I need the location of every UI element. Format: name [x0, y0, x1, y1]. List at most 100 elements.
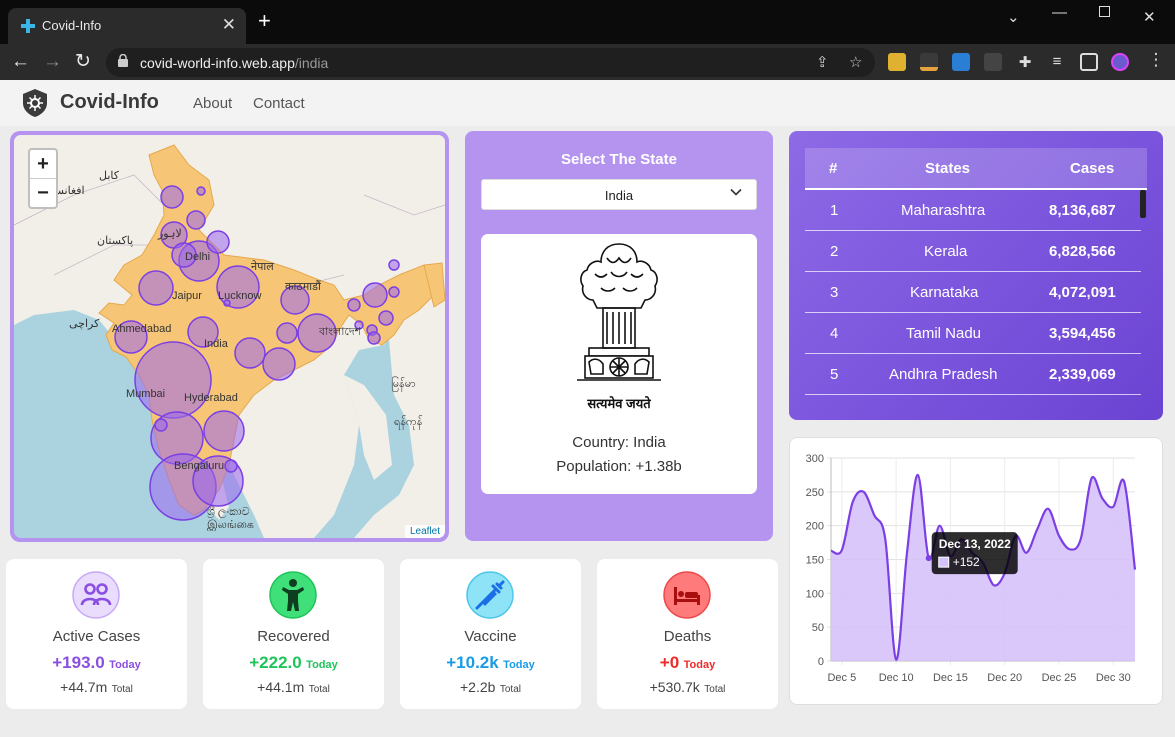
stat-label: Active Cases: [52, 628, 141, 645]
row-cases: 2,339,069: [1049, 366, 1116, 383]
puzzle-icon[interactable]: ✚: [1016, 53, 1034, 71]
app-navbar: Covid-Info About Contact: [0, 80, 1175, 126]
nav-contact-link[interactable]: Contact: [253, 95, 305, 112]
media-icon[interactable]: ≡: [1048, 53, 1066, 71]
header-states: States: [925, 160, 971, 177]
nav-about-link[interactable]: About: [193, 95, 232, 112]
row-rank: 4: [830, 325, 839, 342]
header-cases: Cases: [1070, 160, 1115, 177]
y-tick-label: 250: [806, 487, 824, 499]
minimize-icon[interactable]: —: [1052, 4, 1067, 21]
stat-today: +10.2k Today: [446, 653, 535, 672]
select-state-title: Select The State: [561, 151, 677, 168]
tab-search-icon[interactable]: ⌄: [1007, 8, 1020, 26]
extension-icon[interactable]: [984, 53, 1002, 71]
menu-kebab-icon[interactable]: ⋮: [1147, 51, 1165, 71]
stat-today: +222.0 Today: [249, 653, 338, 672]
person-icon: [269, 571, 317, 619]
y-tick-label: 50: [812, 622, 824, 634]
close-tab-icon[interactable]: ✕: [222, 15, 236, 35]
extension-icon[interactable]: [888, 53, 906, 71]
row-rank: 1: [830, 202, 839, 219]
browser-tab[interactable]: Covid-Info ✕: [8, 8, 246, 44]
row-rank: 3: [830, 284, 839, 301]
population-line: Population: +1.38b: [556, 458, 682, 475]
stat-today: +193.0 Today: [52, 653, 141, 672]
row-state: Andhra Pradesh: [889, 366, 998, 383]
y-tick-label: 100: [806, 588, 824, 600]
table-scrollbar[interactable]: [1140, 190, 1146, 218]
row-rank: 2: [830, 243, 839, 260]
map-label-hyderabad: Hyderabad: [184, 392, 238, 404]
row-cases: 6,828,566: [1049, 243, 1116, 260]
map-label-bangladesh: বাংলাদেশ: [318, 326, 362, 338]
stat-today: +0 Today: [659, 653, 716, 672]
map-label-india: India: [204, 338, 229, 350]
tooltip-swatch: [938, 556, 950, 568]
forward-icon[interactable]: →: [43, 51, 62, 73]
emblem-motto: सत्यमेव जयते: [587, 396, 651, 411]
map-label-ahmedabad: Ahmedabad: [112, 323, 171, 335]
map-label-karachi: کراچی: [69, 318, 100, 330]
map-view[interactable]: کابل افغانستان لاہور پاکستان Delhi नेपाल…: [14, 135, 445, 538]
people-icon: [72, 571, 120, 619]
leaflet-attribution-link[interactable]: Leaflet: [404, 525, 445, 538]
map-svg: کابل افغانستان لاہور پاکستان Delhi नेपाल…: [14, 135, 445, 538]
sidepanel-icon[interactable]: [1080, 53, 1098, 71]
extension-icon[interactable]: [952, 53, 970, 71]
extension-icon[interactable]: [920, 53, 938, 71]
browser-toolbar: ← → ↻ covid-world-info.web.app/india ⇪ ☆…: [0, 44, 1175, 80]
brand-title[interactable]: Covid-Info: [60, 91, 159, 114]
table-row[interactable]: 3 Karnataka 4,072,091: [805, 272, 1141, 313]
map-label-yangon: ရန်ကုန်: [394, 415, 422, 430]
stat-total: +530.7k Total: [649, 679, 726, 695]
new-tab-icon[interactable]: +: [258, 10, 271, 32]
x-tick-label: Dec 10: [879, 672, 914, 684]
table-row[interactable]: 1 Maharashtra 8,136,687: [805, 190, 1141, 231]
state-dropdown[interactable]: India: [481, 179, 757, 210]
bookmark-star-icon[interactable]: ☆: [849, 53, 862, 71]
share-icon[interactable]: ⇪: [816, 53, 829, 71]
state-select-card: Select The State India सत्यमेव जयते Coun…: [465, 131, 773, 541]
map-label-srilanka: ශ්‍රී ලංකාව: [207, 506, 250, 519]
map-label-kathmandu: काठमाडौं: [285, 280, 321, 293]
row-cases: 8,136,687: [1049, 202, 1116, 219]
map-label-lahore: لاہور: [157, 228, 182, 240]
maximize-icon[interactable]: [1099, 6, 1110, 17]
stat-total: +44.7m Total: [60, 679, 133, 695]
map-label-myanmar: မြန်မာ: [391, 376, 416, 392]
x-tick-label: Dec 20: [987, 672, 1022, 684]
zoom-out-button[interactable]: −: [30, 179, 56, 208]
map-card: کابل افغانستان لاہور پاکستان Delhi नेपाल…: [10, 131, 449, 542]
ashoka-emblem-icon: [577, 243, 661, 381]
stat-total: +44.1m Total: [257, 679, 330, 695]
x-tick-label: Dec 25: [1042, 672, 1077, 684]
row-cases: 3,594,456: [1049, 325, 1116, 342]
stat-card-vaccine: Vaccine +10.2k Today +2.2b Total: [400, 559, 581, 709]
stat-total: +2.2b Total: [459, 679, 521, 695]
table-row[interactable]: 5 Andhra Pradesh 2,339,069: [805, 354, 1141, 395]
stat-card-recovered: Recovered +222.0 Today +44.1m Total: [203, 559, 384, 709]
close-window-icon[interactable]: ✕: [1143, 8, 1156, 26]
table-row[interactable]: 2 Kerala 6,828,566: [805, 231, 1141, 272]
row-state: Kerala: [924, 243, 968, 260]
table-row[interactable]: 4 Tamil Nadu 3,594,456: [805, 313, 1141, 354]
country-line: Country: India: [572, 434, 666, 451]
daily-cases-chart[interactable]: 0 50 100 150 200 250 300 Dec 5 Dec 10 Dec 15 Dec 2…: [790, 438, 1162, 704]
map-label-mumbai: Mumbai: [126, 388, 165, 400]
profile-avatar[interactable]: [1111, 53, 1129, 71]
url-text: covid-world-info.web.app/india: [140, 55, 329, 71]
stat-card-deaths: Deaths +0 Today +530.7k Total: [597, 559, 778, 709]
address-bar[interactable]: covid-world-info.web.app/india ⇪ ☆: [106, 48, 875, 77]
row-rank: 5: [830, 366, 839, 383]
map-label-nepal: नेपाल: [251, 260, 274, 273]
row-state: Tamil Nadu: [906, 325, 982, 342]
stat-card-active: Active Cases +193.0 Today +44.7m Total: [6, 559, 187, 709]
row-cases: 4,072,091: [1049, 284, 1116, 301]
map-zoom-control: + −: [28, 148, 58, 209]
back-icon[interactable]: ←: [11, 51, 30, 73]
zoom-in-button[interactable]: +: [30, 150, 56, 179]
chevron-down-icon: [730, 188, 742, 196]
reload-icon[interactable]: ↻: [75, 51, 91, 73]
map-label-jaipur: Jaipur: [172, 290, 202, 302]
